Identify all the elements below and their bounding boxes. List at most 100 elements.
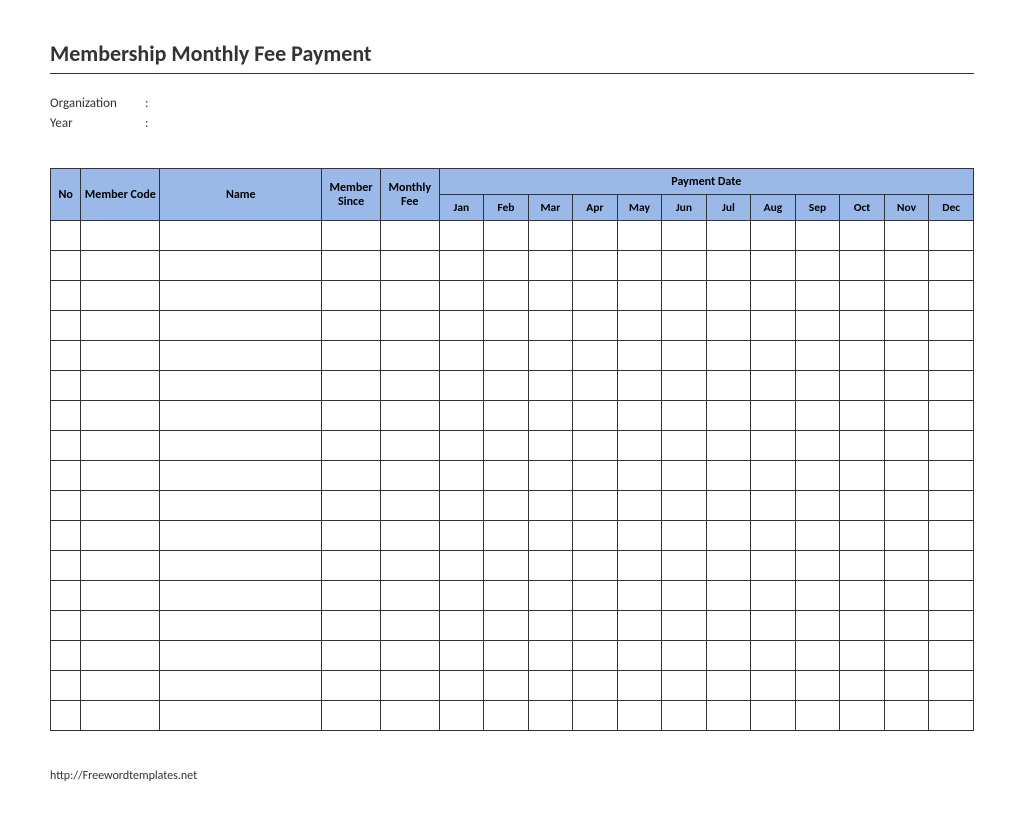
table-cell [706,221,751,251]
table-cell [573,701,618,731]
table-cell [484,281,529,311]
table-cell [81,551,160,581]
table-cell [380,521,439,551]
table-cell [662,221,707,251]
table-cell [51,461,81,491]
table-cell [81,641,160,671]
table-cell [884,641,929,671]
table-cell [662,251,707,281]
table-cell [929,581,974,611]
table-cell [439,491,484,521]
table-row [51,311,974,341]
header-aug: Aug [751,195,796,221]
table-cell [706,281,751,311]
table-cell [884,611,929,641]
table-cell [795,431,840,461]
table-cell [81,671,160,701]
table-cell [573,461,618,491]
table-cell [484,641,529,671]
table-cell [884,701,929,731]
table-cell [751,431,796,461]
table-cell [322,581,381,611]
table-cell [840,701,885,731]
table-cell [51,491,81,521]
table-cell [528,701,573,731]
table-cell [380,671,439,701]
table-cell [160,671,322,701]
header-apr: Apr [573,195,618,221]
table-cell [929,521,974,551]
table-cell [51,521,81,551]
table-cell [662,341,707,371]
colon: : [145,94,155,114]
table-cell [795,671,840,701]
table-cell [617,371,662,401]
table-cell [840,611,885,641]
table-cell [380,281,439,311]
table-cell [884,311,929,341]
table-cell [662,281,707,311]
header-oct: Oct [840,195,885,221]
table-cell [662,701,707,731]
header-no: No [51,169,81,221]
table-cell [380,341,439,371]
table-cell [160,461,322,491]
table-row [51,401,974,431]
table-cell [617,431,662,461]
table-cell [528,341,573,371]
table-cell [929,671,974,701]
table-cell [840,461,885,491]
table-cell [706,251,751,281]
table-row [51,581,974,611]
table-cell [573,401,618,431]
table-cell [322,281,381,311]
header-nov: Nov [884,195,929,221]
table-cell [929,341,974,371]
table-cell [380,251,439,281]
table-cell [662,581,707,611]
meta-section: Organization : Year : [50,94,974,133]
organization-label: Organization [50,94,145,114]
table-cell [929,401,974,431]
table-cell [484,461,529,491]
table-cell [484,221,529,251]
table-cell [884,551,929,581]
table-cell [573,491,618,521]
table-cell [795,641,840,671]
payment-table: No Member Code Name Member Since Monthly… [50,168,974,731]
table-cell [322,311,381,341]
table-cell [929,461,974,491]
table-cell [751,641,796,671]
table-cell [484,371,529,401]
table-cell [160,281,322,311]
table-cell [51,641,81,671]
table-cell [322,341,381,371]
table-cell [380,371,439,401]
table-cell [160,371,322,401]
table-cell [439,281,484,311]
table-row [51,551,974,581]
table-cell [528,281,573,311]
table-cell [706,581,751,611]
table-cell [322,521,381,551]
table-cell [528,611,573,641]
table-cell [751,581,796,611]
table-cell [51,371,81,401]
table-cell [929,251,974,281]
table-cell [322,371,381,401]
header-row-1: No Member Code Name Member Since Monthly… [51,169,974,195]
table-cell [484,401,529,431]
header-feb: Feb [484,195,529,221]
table-cell [439,371,484,401]
table-cell [439,641,484,671]
table-row [51,701,974,731]
table-cell [662,401,707,431]
table-cell [322,461,381,491]
table-cell [160,341,322,371]
table-cell [439,431,484,461]
table-cell [751,401,796,431]
table-cell [484,341,529,371]
table-cell [573,671,618,701]
table-cell [160,581,322,611]
table-cell [884,401,929,431]
